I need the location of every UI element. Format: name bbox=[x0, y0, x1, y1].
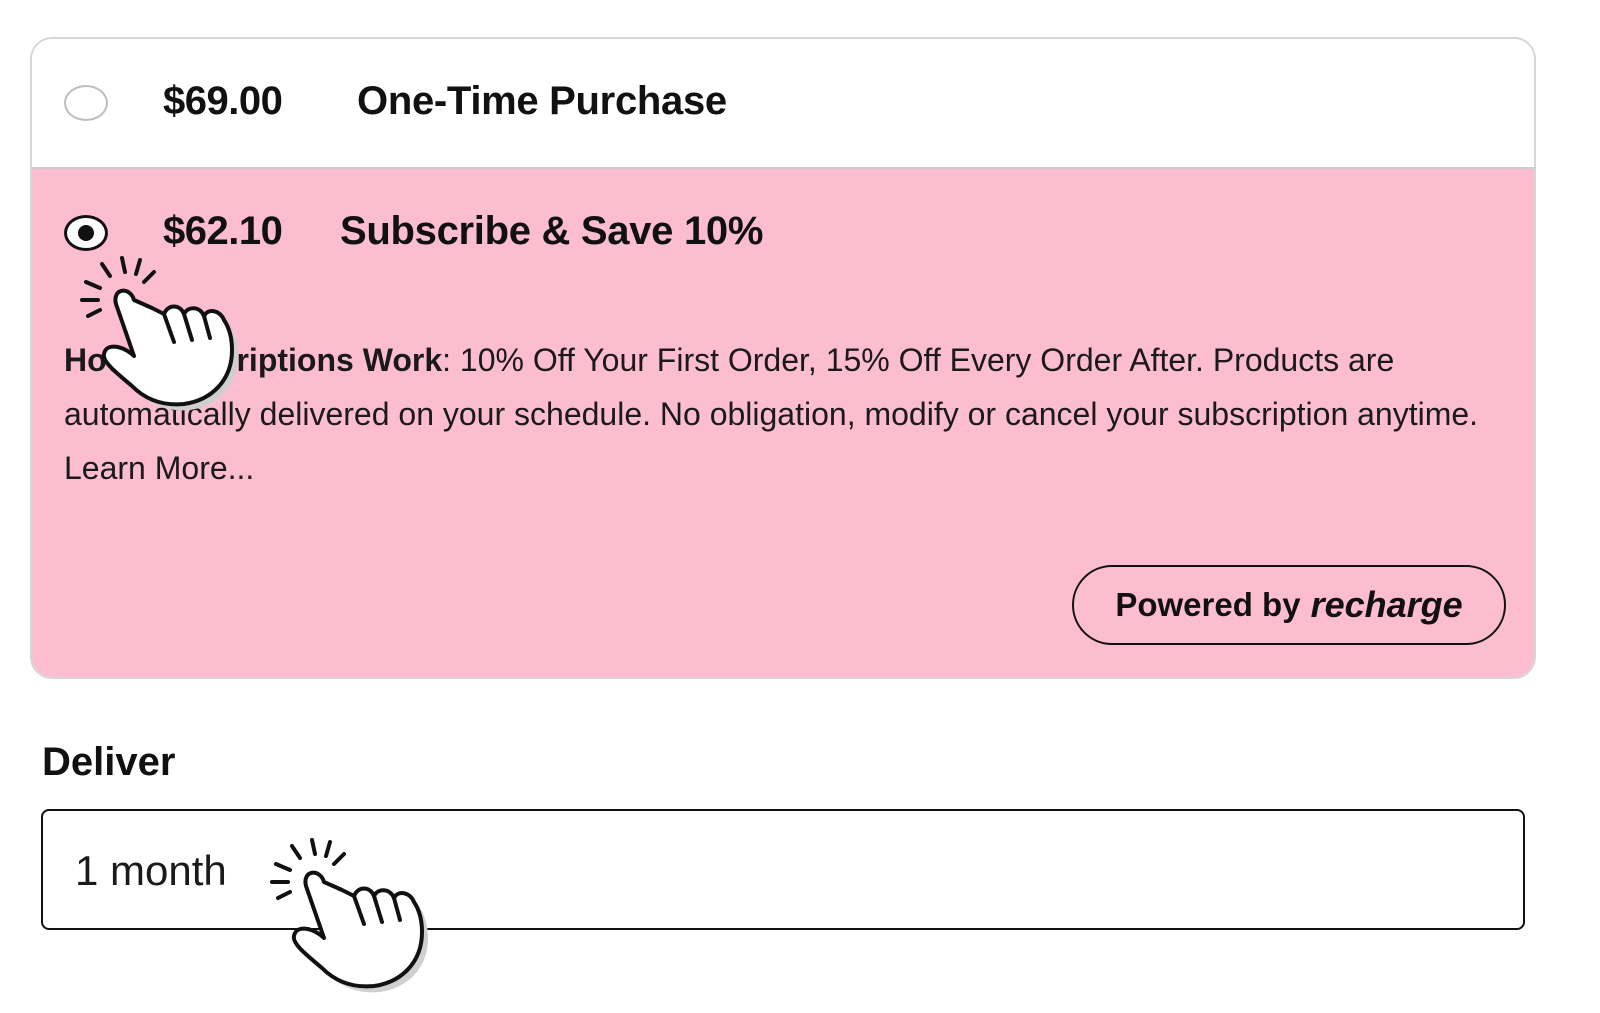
one-time-radio[interactable] bbox=[64, 85, 108, 121]
powered-by-text: Powered by bbox=[1115, 586, 1301, 623]
subscribe-title: Subscribe & Save 10% bbox=[340, 209, 764, 253]
one-time-title: One-Time Purchase bbox=[357, 79, 727, 123]
subscribe-option[interactable]: $62.10 Subscribe & Save 10% How Subscrip… bbox=[32, 169, 1534, 677]
subscribe-price: $62.10 bbox=[163, 209, 283, 253]
subscribe-radio[interactable] bbox=[64, 215, 108, 251]
purchase-options-card: $69.00 One-Time Purchase $62.10 Subscrib… bbox=[30, 37, 1536, 679]
subscription-description: How Subscriptions Work: 10% Off Your Fir… bbox=[64, 333, 1514, 495]
learn-more-link[interactable]: Learn More... bbox=[64, 441, 1514, 495]
deliver-frequency-value: 1 month bbox=[75, 847, 227, 894]
deliver-label: Deliver bbox=[42, 740, 176, 784]
deliver-frequency-select[interactable]: 1 month bbox=[41, 809, 1525, 930]
radio-selected-dot bbox=[78, 225, 94, 241]
one-time-purchase-option[interactable]: $69.00 One-Time Purchase bbox=[32, 39, 1534, 169]
one-time-price: $69.00 bbox=[163, 79, 283, 123]
subscription-description-label: How Subscriptions Work bbox=[64, 342, 443, 378]
powered-by-recharge-badge[interactable]: Powered by recharge bbox=[1072, 565, 1506, 645]
recharge-brand: recharge bbox=[1310, 584, 1463, 625]
